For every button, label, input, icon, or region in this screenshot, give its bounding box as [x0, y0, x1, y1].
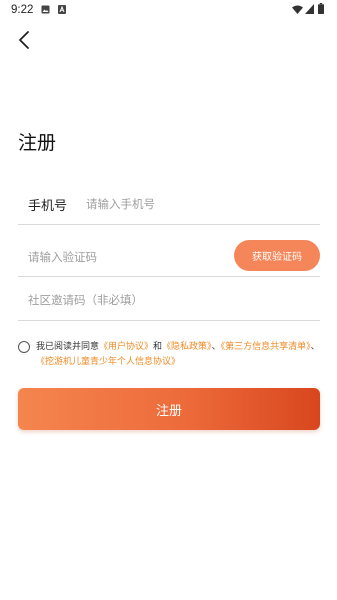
wifi-icon [292, 5, 303, 14]
status-time: 9:22 [11, 4, 34, 16]
back-button[interactable] [12, 28, 36, 52]
battery-icon [318, 3, 324, 14]
children-protocol-link[interactable]: 《挖游机儿童青少年个人信息协议》 [36, 357, 180, 367]
phone-label: 手机号 [28, 199, 68, 214]
agreement-and: 和 [153, 342, 163, 352]
invite-field-row [18, 280, 320, 321]
invite-code-input[interactable] [26, 286, 310, 314]
agreement-prefix: 我已阅读并同意 [36, 342, 100, 352]
code-field-row: 获取验证码 [18, 236, 320, 277]
phone-input[interactable] [84, 190, 308, 218]
chevron-left-icon [19, 31, 29, 49]
verification-code-input[interactable] [26, 243, 230, 271]
get-code-button[interactable]: 获取验证码 [234, 240, 320, 271]
user-agreement-link[interactable]: 《用户协议》 [99, 342, 153, 352]
page-title: 注册 [18, 132, 57, 154]
third-party-list-link[interactable]: 《第三方信息共享清单》 [221, 342, 311, 352]
agree-checkbox[interactable] [18, 341, 30, 353]
image-icon [41, 5, 50, 14]
agreement-separator: 、 [310, 342, 320, 352]
register-screen: 9:22 注册 手机号 获取验证码 [0, 0, 337, 600]
agreement-text: 我已阅读并同意《用户协议》和《隐私政策》、《第三方信息共享清单》、《挖游机儿童青… [36, 340, 323, 370]
status-bar: 9:22 [0, 0, 337, 20]
privacy-policy-link[interactable]: 《隐私政策》 [162, 342, 212, 352]
register-button[interactable]: 注册 [18, 388, 320, 430]
a-icon [58, 5, 66, 14]
phone-field-row: 手机号 [18, 184, 320, 225]
agreement-separator: 、 [211, 342, 221, 352]
signal-icon [305, 4, 314, 14]
